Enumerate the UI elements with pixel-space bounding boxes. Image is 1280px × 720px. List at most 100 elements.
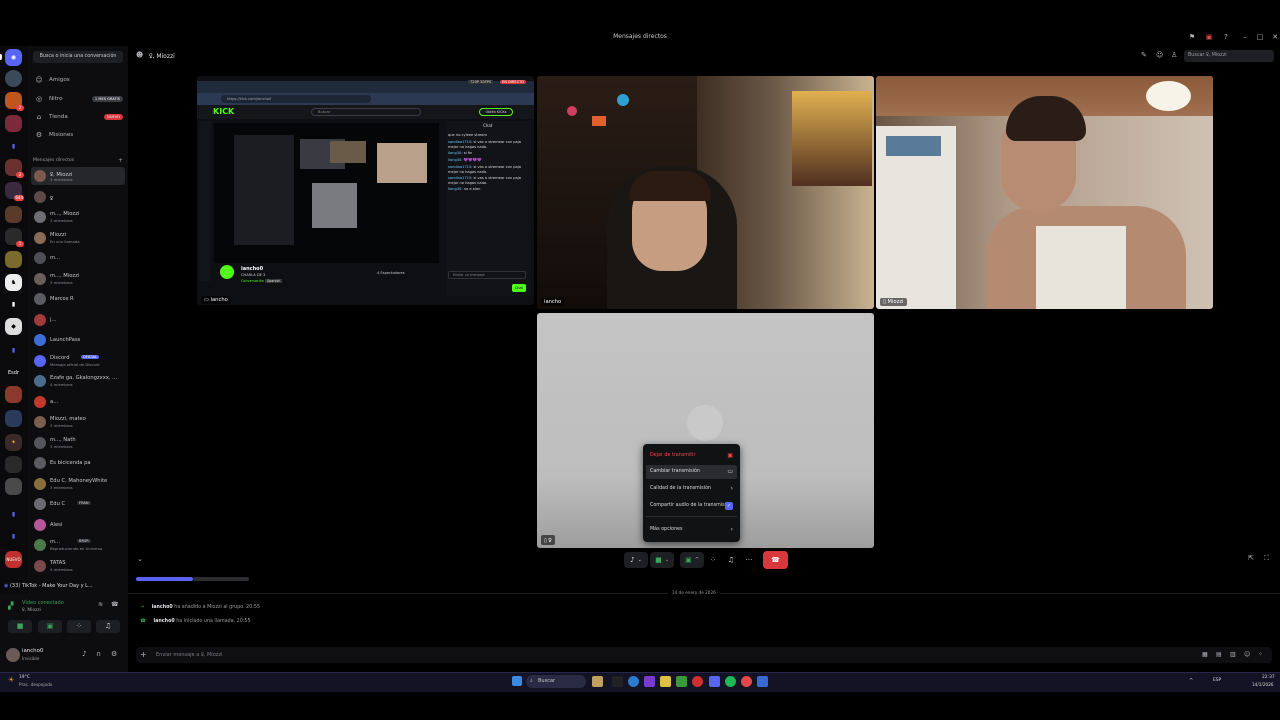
server-icon[interactable]: 644 — [5, 182, 24, 201]
message-input[interactable]: Enviar mensaje a ꝿ, Miozzi — [156, 652, 222, 658]
disconnect-icon[interactable]: ☎ — [111, 601, 118, 608]
settings-icon[interactable]: ⚙ — [111, 650, 117, 658]
clock-time[interactable]: 22:37 — [1262, 675, 1275, 680]
message-composer[interactable]: + Enviar mensaje a ꝿ, Miozzi ▦ ▤ ▥ ☺ ⁘ — [136, 647, 1272, 663]
mute-button[interactable]: ♪ ⌄ — [624, 552, 648, 568]
headphones-icon[interactable]: ∩ — [96, 650, 101, 658]
server-icon[interactable] — [5, 456, 22, 473]
taskbar-app-icon[interactable] — [676, 676, 687, 687]
sticker-icon[interactable]: ▥ — [1230, 651, 1236, 658]
weather-text[interactable]: Prac. despejado — [19, 682, 52, 687]
server-icon[interactable] — [5, 206, 22, 223]
stream-tile[interactable]: https://kick.com/iancho0 720P 30FPS EN D… — [197, 76, 534, 305]
server-icon[interactable]: 1 — [5, 228, 24, 247]
folder-icon[interactable]: ▮ — [5, 506, 22, 523]
dm-item[interactable]: Ezafe ga, Gkalongzxxx, ... 4 miembros — [31, 372, 125, 390]
server-icon[interactable]: ▮ — [5, 296, 22, 313]
server-icon[interactable]: 2 — [5, 159, 24, 178]
dm-item[interactable]: Discord OFICIAL Mensaje oficial de Discord — [31, 352, 125, 370]
dm-item[interactable]: m..., Nath 3 miembros — [31, 434, 125, 452]
server-icon[interactable]: Esdr — [5, 364, 22, 381]
dm-item[interactable]: m... BRSR Reproduciendo en Universo — [31, 536, 125, 554]
server-icon[interactable]: ◆ — [5, 318, 22, 335]
popout-icon[interactable]: ⇱ — [1248, 554, 1254, 562]
activities-button[interactable]: ⁘ — [67, 620, 91, 633]
avatar[interactable] — [6, 648, 20, 662]
weather-temp[interactable]: 19°C — [19, 675, 30, 680]
folder-icon[interactable]: ▮ — [5, 342, 22, 359]
dm-item[interactable]: Alesi — [31, 516, 125, 534]
server-icon[interactable] — [5, 251, 22, 268]
gif-icon[interactable]: ▤ — [1216, 651, 1222, 658]
dm-item[interactable]: j... — [31, 311, 125, 329]
server-icon[interactable] — [5, 386, 22, 403]
chevron-down-icon[interactable]: ⌄ — [137, 555, 143, 563]
clock-date[interactable]: 14/1/2026 — [1252, 682, 1273, 687]
minimize-icon[interactable]: – — [1240, 33, 1250, 41]
video-tile[interactable]: ▯ Miozzi — [876, 76, 1213, 309]
activities-control[interactable]: ⁘ — [707, 552, 719, 568]
create-dm-icon[interactable]: + — [118, 157, 123, 164]
stop-streaming-item[interactable]: Dejar de transmitir ▣ — [646, 449, 737, 463]
dm-item[interactable]: ꝿ — [31, 188, 125, 206]
noise-suppression-icon[interactable]: ≋ — [98, 601, 103, 608]
discord-taskbar-icon[interactable] — [709, 676, 720, 687]
dm-item[interactable]: m..., Miozzi 3 miembros — [31, 208, 125, 226]
opera-icon[interactable] — [692, 676, 703, 687]
dm-item[interactable]: m... — [31, 249, 125, 267]
apps-icon[interactable]: ⁘ — [1258, 651, 1263, 658]
camera-toggle-button[interactable]: ■ ⌄ — [650, 552, 674, 568]
maximize-icon[interactable]: □ — [1255, 33, 1265, 41]
dm-item[interactable]: Miozzi, mateo 3 miembros — [31, 413, 125, 431]
emoji-icon[interactable]: ☺ — [1244, 651, 1250, 658]
stream-quality-item[interactable]: Calidad de la transmisión › — [646, 482, 737, 496]
nav-shop[interactable]: ⌂ Tienda NUEVO — [31, 110, 125, 124]
help-icon[interactable]: ? — [1221, 33, 1231, 41]
more-options-item[interactable]: Más opciones › — [646, 523, 737, 537]
screen-share-button[interactable]: ▣ — [38, 620, 62, 633]
language-indicator[interactable]: ESP — [1213, 678, 1221, 683]
taskbar-app-icon[interactable] — [592, 676, 603, 687]
soundboard-control[interactable]: ♫ — [725, 552, 737, 568]
server-icon[interactable] — [5, 478, 22, 495]
taskbar-app-icon[interactable] — [757, 676, 768, 687]
nav-nitro[interactable]: ◎ Nitro 1 MES GRATIS — [31, 92, 125, 106]
chevron-up-icon[interactable]: ^ — [1189, 678, 1193, 684]
search-input[interactable]: Buscar ꝿ, Miozzi — [1184, 50, 1274, 62]
taskbar-app-icon[interactable] — [612, 676, 623, 687]
soundboard-button[interactable]: ♫ — [96, 620, 120, 633]
server-icon[interactable]: ♞ — [5, 274, 22, 291]
start-icon[interactable] — [512, 676, 522, 686]
dm-item[interactable]: Es bicicenda pa — [31, 454, 125, 472]
folder-icon[interactable]: ▮ — [5, 138, 22, 155]
more-control[interactable]: ··· — [743, 552, 755, 568]
activity-row[interactable]: ◉ (33) TikTok - Make Your Day y L... — [4, 580, 124, 592]
nav-friends[interactable]: ☺ Amigos — [31, 73, 125, 87]
pin-icon[interactable]: ✎ — [1141, 51, 1147, 59]
dm-item[interactable]: Marcos R — [31, 290, 125, 308]
hang-up-button[interactable]: ☎ — [763, 551, 788, 569]
nav-quests[interactable]: ⚙ Misiones — [31, 128, 125, 142]
dm-item[interactable]: LaunchPass — [31, 331, 125, 349]
server-icon[interactable] — [5, 410, 22, 427]
server-icon[interactable]: 2 — [5, 92, 24, 111]
dm-item[interactable]: TATAS 4 miembros — [31, 557, 125, 575]
dm-item[interactable]: Miozzi En una llamada — [31, 229, 125, 247]
share-audio-item[interactable]: Compartir audio de la transmisión ✓ — [646, 499, 737, 513]
dm-item[interactable]: a... — [31, 393, 125, 411]
server-icon[interactable]: ✦ — [5, 434, 22, 451]
folder-icon[interactable]: ▮ — [5, 528, 22, 545]
server-icon[interactable]: NUEVO — [5, 551, 22, 568]
server-icon[interactable] — [5, 70, 22, 87]
add-attachment-icon[interactable]: + — [140, 650, 147, 659]
inbox-icon[interactable]: ⚑ — [1187, 33, 1197, 41]
spotify-icon[interactable] — [725, 676, 736, 687]
close-icon[interactable]: ✕ — [1270, 33, 1280, 41]
taskbar-search[interactable]: ⌕ Buscar — [526, 675, 586, 688]
people-icon[interactable]: ♙ — [1171, 51, 1177, 59]
taskbar-app-icon[interactable] — [741, 676, 752, 687]
gift-icon[interactable]: ▣ — [1204, 33, 1214, 41]
dm-item[interactable]: Edu C, MahoneyWhite 3 miembros — [31, 475, 125, 493]
gift-icon[interactable]: ▦ — [1202, 651, 1208, 658]
change-stream-item[interactable]: Cambiar transmisión ▭ — [646, 465, 737, 479]
